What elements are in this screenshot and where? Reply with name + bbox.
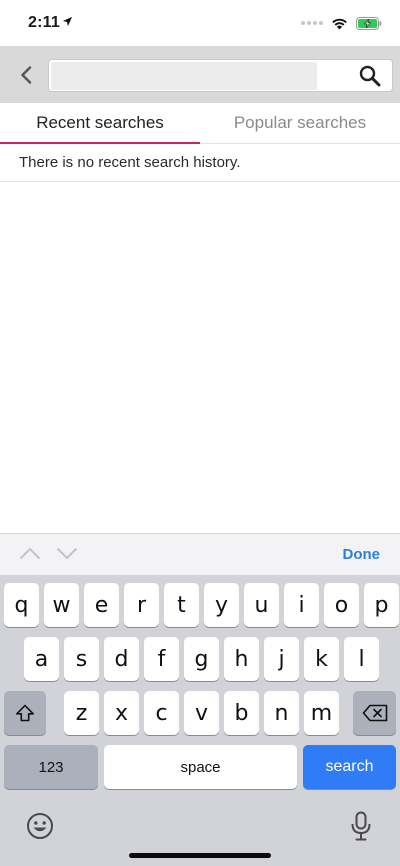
location-arrow-icon [62,16,73,27]
key-u[interactable]: u [244,583,279,627]
key-n[interactable]: n [264,691,299,735]
key-b[interactable]: b [224,691,259,735]
space-key[interactable]: space [104,745,297,789]
key-i[interactable]: i [284,583,319,627]
status-time: 2:11 [28,14,60,31]
signal-dots-icon [301,21,323,25]
back-chevron-icon [21,66,32,84]
chevron-up-icon[interactable] [19,546,41,560]
key-w[interactable]: w [44,583,79,627]
status-indicators [301,15,382,31]
keyboard-accessory-bar: Done [0,533,400,575]
backspace-key[interactable] [353,691,396,735]
done-button[interactable]: Done [343,546,381,563]
key-q[interactable]: q [4,583,39,627]
key-f[interactable]: f [144,637,179,681]
microphone-icon[interactable] [350,811,372,841]
key-o[interactable]: o [324,583,359,627]
battery-charging-icon [356,16,382,30]
back-button[interactable] [14,60,38,90]
keyboard: qwertyuiop asdfghjkl zxcvbnm 123 space s… [0,575,400,866]
home-indicator [129,853,271,858]
chevron-down-icon[interactable] [56,546,78,560]
shift-icon [16,704,34,722]
tab-recent-searches[interactable]: Recent searches [0,103,200,144]
key-g[interactable]: g [184,637,219,681]
key-j[interactable]: j [264,637,299,681]
search-input[interactable] [51,62,317,90]
key-r[interactable]: r [124,583,159,627]
tab-popular-searches[interactable]: Popular searches [200,103,400,143]
key-x[interactable]: x [104,691,139,735]
key-p[interactable]: p [364,583,399,627]
numbers-key[interactable]: 123 [4,745,98,789]
status-bar: 2:11 [0,0,400,46]
key-a[interactable]: a [24,637,59,681]
key-k[interactable]: k [304,637,339,681]
key-l[interactable]: l [344,637,379,681]
key-s[interactable]: s [64,637,99,681]
key-e[interactable]: e [84,583,119,627]
search-tabs: Recent searches Popular searches [0,103,400,144]
empty-history-message: There is no recent search history. [0,144,400,182]
wifi-icon [332,18,347,29]
search-return-key[interactable]: search [303,745,396,789]
key-z[interactable]: z [64,691,99,735]
key-v[interactable]: v [184,691,219,735]
emoji-icon[interactable] [26,812,54,840]
key-t[interactable]: t [164,583,199,627]
key-c[interactable]: c [144,691,179,735]
key-h[interactable]: h [224,637,259,681]
key-d[interactable]: d [104,637,139,681]
shift-key[interactable] [4,691,46,735]
search-header [0,46,400,103]
key-y[interactable]: y [204,583,239,627]
search-icon[interactable] [358,64,382,88]
search-box [48,59,393,92]
backspace-icon [362,704,387,722]
key-m[interactable]: m [304,691,339,735]
